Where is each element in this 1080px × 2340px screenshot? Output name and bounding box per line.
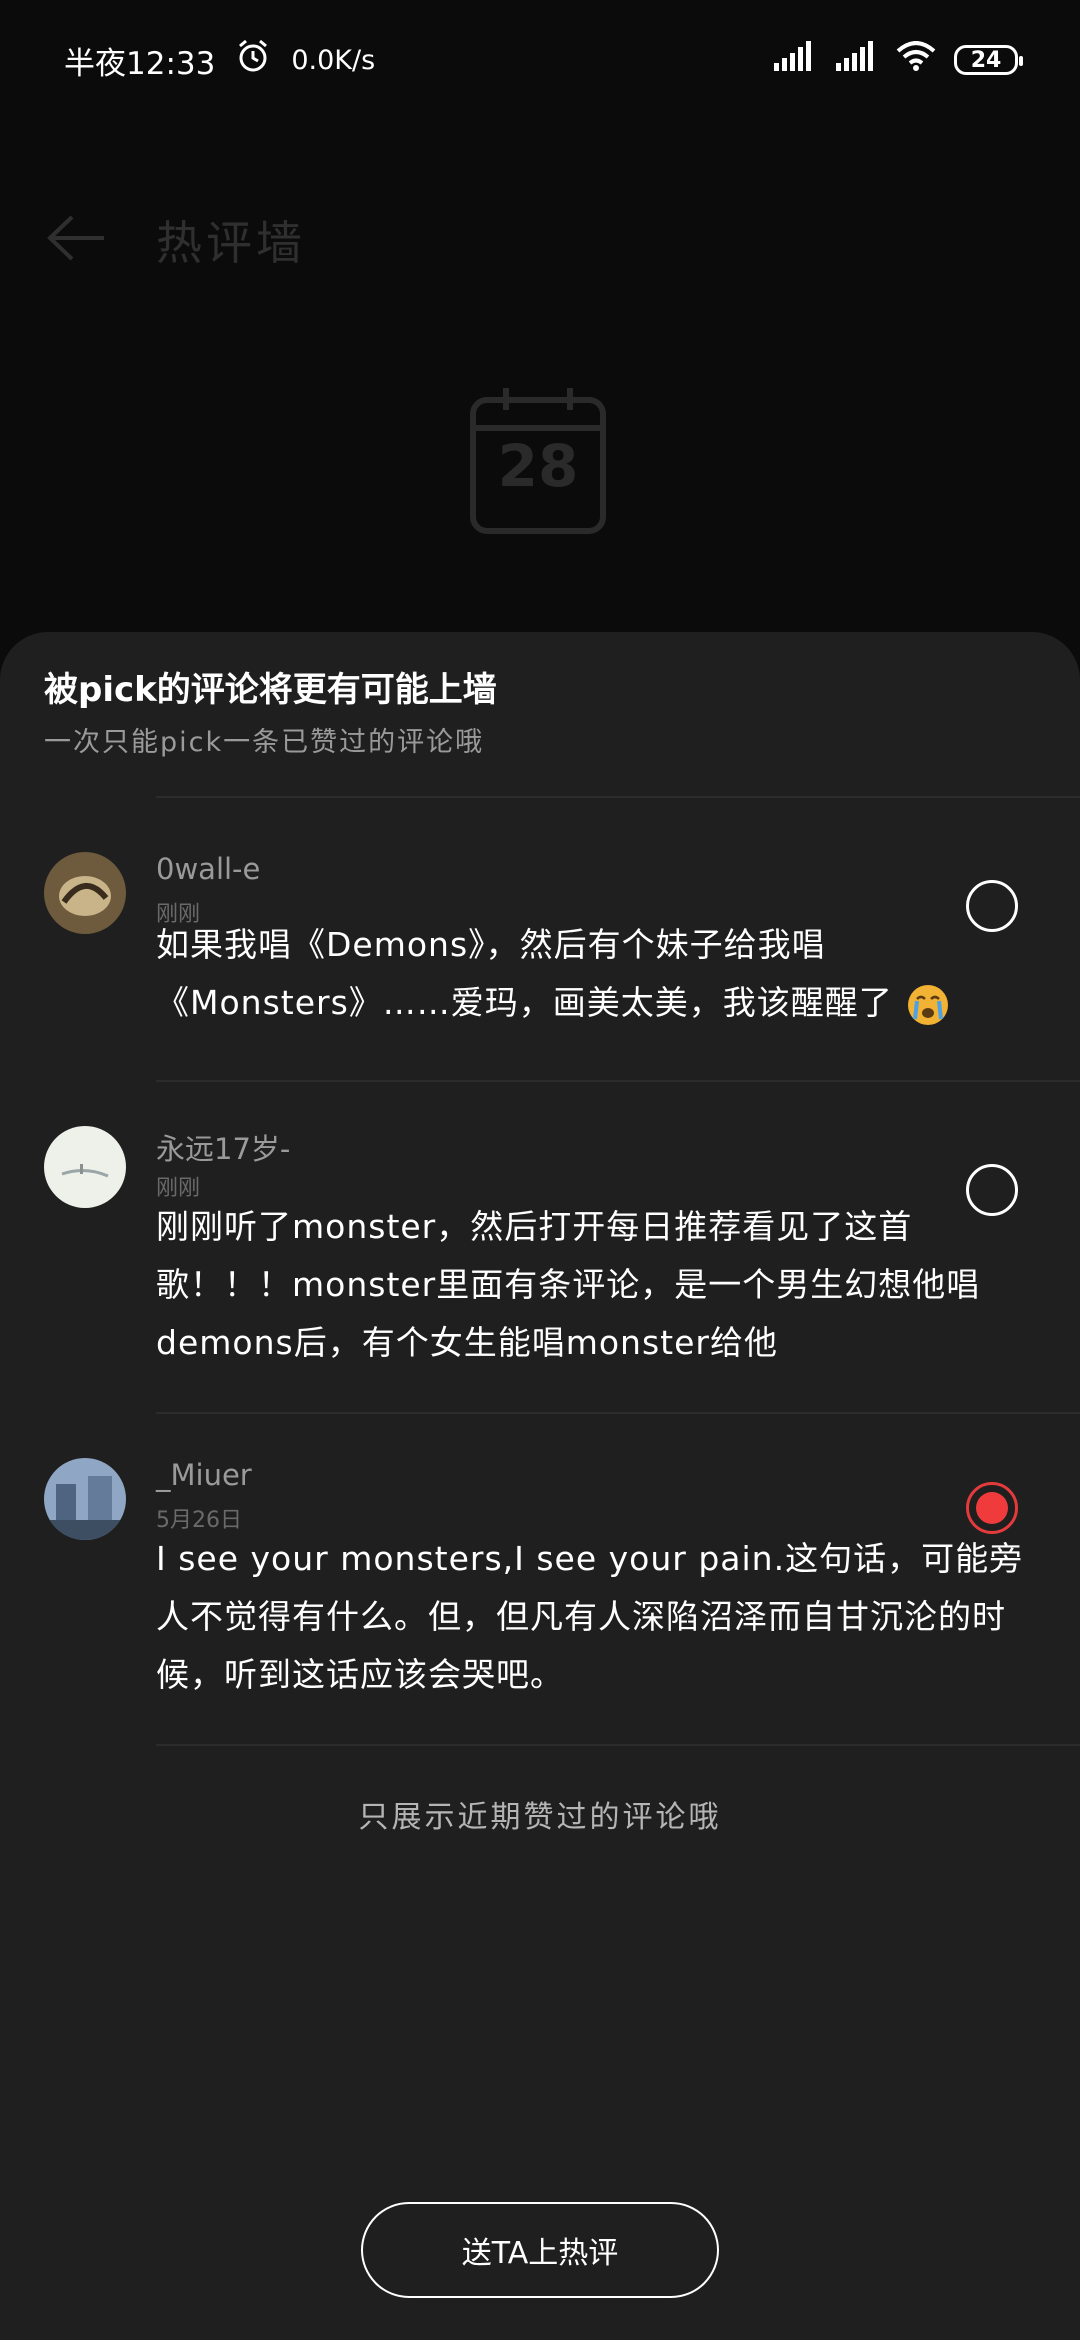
signal-icon <box>772 41 816 79</box>
status-bar: 半夜12:33 0.0K/s 24 <box>0 0 1080 120</box>
user-name: 0wall-e <box>156 852 261 886</box>
send-button-label: 送TA上热评 <box>461 2236 619 2271</box>
background-page: 热评墙 28 <box>0 120 1080 640</box>
user-name: 永远17岁- <box>156 1132 291 1166</box>
divider <box>156 1744 1080 1746</box>
user-name: _Miuer <box>156 1458 252 1492</box>
footer-note: 只展示近期赞过的评论哦 <box>358 1800 722 1835</box>
net-speed: 0.0K/s <box>291 44 376 76</box>
crying-emoji-icon <box>908 984 949 1025</box>
back-arrow-icon <box>46 213 108 267</box>
sheet-subtitle: 一次只能pick一条已赞过的评论哦 <box>44 727 485 758</box>
status-time: 半夜12:33 <box>64 45 216 82</box>
divider <box>156 1412 1080 1414</box>
battery-icon: 24 <box>954 45 1023 75</box>
wifi-icon <box>896 41 936 79</box>
avatar <box>44 1126 126 1208</box>
alarm-icon <box>235 38 271 82</box>
divider <box>156 796 1080 798</box>
sheet-title: 被pick的评论将更有可能上墙 <box>44 670 497 710</box>
status-right: 24 <box>772 41 1023 79</box>
signal-icon-2 <box>834 41 878 79</box>
comment-text: 如果我唱《Demons》，然后有个妹子给我唱《Monsters》……爱玛，画美太… <box>156 916 1036 1032</box>
divider <box>156 1080 1080 1082</box>
comment-text-body: 如果我唱《Demons》，然后有个妹子给我唱《Monsters》……爱玛，画美太… <box>156 925 893 1022</box>
avatar <box>44 852 126 934</box>
bg-page-title: 热评墙 <box>156 216 306 270</box>
comment-text: I see your monsters,I see your pain.这句话，… <box>156 1539 1024 1694</box>
avatar <box>44 1458 126 1540</box>
status-left: 半夜12:33 0.0K/s <box>64 38 375 83</box>
comment-text: 刚刚听了monster，然后打开每日推荐看见了这首歌！！！monster里面有条… <box>156 1207 981 1362</box>
calendar-day: 28 <box>497 432 579 500</box>
battery-level: 24 <box>970 47 1002 73</box>
select-radio-selected[interactable] <box>966 1482 1018 1534</box>
pick-comment-sheet: 被pick的评论将更有可能上墙 一次只能pick一条已赞过的评论哦 0wall-… <box>0 632 1080 2340</box>
calendar-icon: 28 <box>470 388 606 534</box>
send-to-hot-comment-button[interactable]: 送TA上热评 <box>361 2202 719 2298</box>
bg-header: 热评墙 <box>0 180 1080 300</box>
